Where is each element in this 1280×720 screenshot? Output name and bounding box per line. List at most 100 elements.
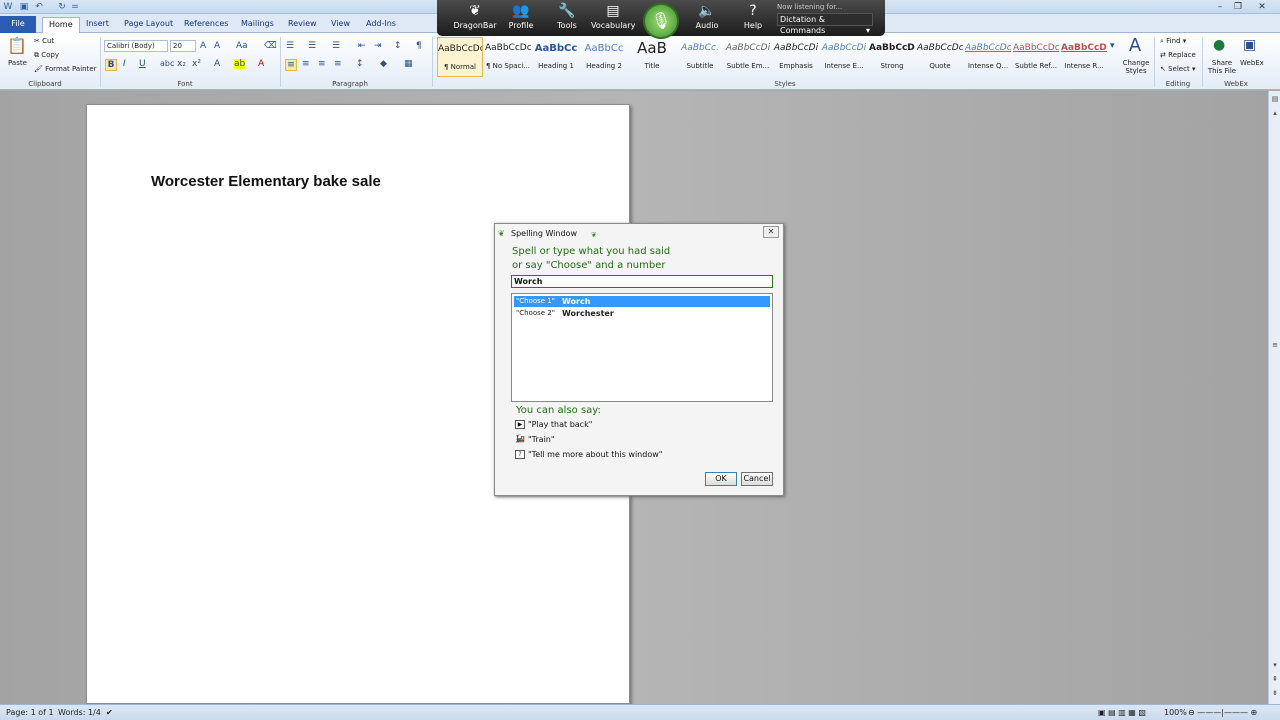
change-styles-button[interactable]: Change Styles xyxy=(1120,59,1152,75)
vertical-scrollbar[interactable]: ▤ ▴ ≡ ▾ ⇞ ⇟ xyxy=(1268,91,1280,704)
profile-menu[interactable]: 👥 Profile xyxy=(499,2,543,35)
recognition-mode-select[interactable]: Dictation & Commands ▾ xyxy=(777,13,873,35)
superscript-icon[interactable]: x² xyxy=(192,59,201,69)
style-title[interactable]: AaB Title xyxy=(629,37,675,77)
style-heading-2[interactable]: AaBbCc Heading 2 xyxy=(581,37,627,77)
find-button[interactable]: ⌕ Find ▾ xyxy=(1160,37,1186,46)
tab-review[interactable]: Review xyxy=(282,17,323,33)
style-intense-emphasis[interactable]: AaBbCcDi Intense E... xyxy=(821,37,867,77)
zoom-slider[interactable]: ⊖ ———|——— ⊕ xyxy=(1188,708,1257,717)
word-app-icon[interactable]: W xyxy=(3,2,13,12)
style-subtle-reference[interactable]: AaBbCcDc Subtle Ref... xyxy=(1013,37,1059,77)
audio-menu[interactable]: 🔈 Audio xyxy=(685,2,729,35)
strikethrough-icon[interactable]: abc xyxy=(160,59,174,68)
customize-qa-icon[interactable]: = xyxy=(70,2,80,12)
font-size-field[interactable]: 20 xyxy=(170,40,196,52)
microphone-button[interactable]: 🎙 xyxy=(643,3,679,39)
show-marks-icon[interactable]: ¶ xyxy=(416,41,422,51)
tab-references[interactable]: References xyxy=(178,17,234,33)
scroll-up-icon[interactable]: ▴ xyxy=(1271,109,1279,117)
align-right-icon[interactable]: ≡ xyxy=(318,59,326,69)
close-button[interactable]: ✕ xyxy=(1254,1,1270,13)
style-normal[interactable]: AaBbCcDc ¶ Normal xyxy=(437,37,483,77)
align-center-icon[interactable]: ≡ xyxy=(302,59,310,69)
webex-button[interactable]: WebEx xyxy=(1240,59,1264,67)
align-left-icon[interactable]: ≡ xyxy=(285,59,297,71)
shrink-font-icon[interactable]: A xyxy=(214,41,220,51)
restore-button[interactable]: ❐ xyxy=(1230,1,1246,13)
subscript-icon[interactable]: x₂ xyxy=(177,59,186,69)
numbering-icon[interactable]: ☰ xyxy=(308,41,316,51)
clear-format-icon[interactable]: ⌫ xyxy=(264,41,277,51)
paste-button[interactable]: Paste xyxy=(8,59,27,67)
ok-button[interactable]: OK xyxy=(705,472,737,486)
vocabulary-menu[interactable]: ▤ Vocabulary xyxy=(591,2,635,35)
zoom-level[interactable]: 100% xyxy=(1164,708,1187,717)
undo-icon[interactable]: ↶ xyxy=(34,2,44,12)
change-styles-icon[interactable]: A xyxy=(1124,35,1146,56)
tab-mailings[interactable]: Mailings xyxy=(235,17,280,33)
justify-icon[interactable]: ≡ xyxy=(334,59,342,69)
cut-button[interactable]: ✂ Cut xyxy=(34,37,54,45)
globe-icon[interactable]: ● xyxy=(1213,37,1225,53)
candidate-list[interactable]: "Choose 1" Worch "Choose 2" Worchester xyxy=(511,293,773,402)
line-spacing-icon[interactable]: ↕ xyxy=(356,59,364,69)
dragonbar-menu[interactable]: ❦ DragonBar xyxy=(453,2,497,35)
help-menu[interactable]: ? Help xyxy=(731,2,775,35)
view-buttons[interactable]: ▣ ▤ ▥ ▦ ▧ xyxy=(1098,708,1146,717)
share-this-file-button[interactable]: Share This File xyxy=(1206,59,1238,75)
highlight-icon[interactable]: ab xyxy=(234,59,246,69)
style-emphasis[interactable]: AaBbCcDi Emphasis xyxy=(773,37,819,77)
style-intense-quote[interactable]: AaBbCcDc Intense Q... xyxy=(965,37,1011,77)
ruler-toggle-icon[interactable]: ▤ xyxy=(1271,95,1279,103)
decrease-indent-icon[interactable]: ⇤ xyxy=(358,41,366,51)
scroll-down-icon[interactable]: ▾ xyxy=(1271,661,1279,669)
style-subtitle[interactable]: AaBbCc. Subtitle xyxy=(677,37,723,77)
sort-icon[interactable]: ↕ xyxy=(394,41,402,51)
text-effects-icon[interactable]: A xyxy=(214,59,220,69)
bold-icon[interactable]: B xyxy=(105,59,117,71)
paste-icon[interactable]: 📋 xyxy=(7,36,27,55)
replace-button[interactable]: ⇄ Replace xyxy=(1160,51,1196,59)
font-name-field[interactable]: Calibri (Body) xyxy=(104,40,168,52)
spelling-input[interactable] xyxy=(511,275,773,288)
webex-icon[interactable]: ▣ xyxy=(1243,37,1256,53)
document-heading[interactable]: Worcester Elementary bake sale xyxy=(151,173,381,190)
select-button[interactable]: ↖ Select ▾ xyxy=(1160,65,1195,73)
cancel-button[interactable]: Cancel xyxy=(741,472,773,486)
style-quote[interactable]: AaBbCcDc Quote xyxy=(917,37,963,77)
page-count[interactable]: Page: 1 of 1 xyxy=(6,708,54,717)
dialog-close-button[interactable]: ✕ xyxy=(763,226,779,238)
style-strong[interactable]: AaBbCcDc Strong xyxy=(869,37,915,77)
tell-me-more-link[interactable]: ? "Tell me more about this window" xyxy=(515,450,662,459)
styles-scroll-icon[interactable]: ▾ xyxy=(1110,41,1115,51)
borders-icon[interactable]: ▦ xyxy=(404,59,413,69)
grow-font-icon[interactable]: A xyxy=(200,41,206,51)
scroll-thumb-icon[interactable]: ≡ xyxy=(1271,341,1279,349)
style-heading-1[interactable]: AaBbCc Heading 1 xyxy=(533,37,579,77)
tab-view[interactable]: View xyxy=(325,17,356,33)
underline-icon[interactable]: U xyxy=(139,59,146,69)
train-link[interactable]: 🚂 "Train" xyxy=(515,435,555,445)
tab-home[interactable]: Home xyxy=(42,17,80,33)
prev-page-icon[interactable]: ⇞ xyxy=(1271,675,1279,683)
italic-icon[interactable]: I xyxy=(123,59,126,69)
style-no-spacing[interactable]: AaBbCcDc ¶ No Spaci... xyxy=(485,37,531,77)
list-item[interactable]: "Choose 1" Worch xyxy=(514,296,770,307)
change-case-icon[interactable]: Aa xyxy=(236,41,248,51)
redo-icon[interactable]: ↻ xyxy=(57,2,67,12)
proofing-icon[interactable]: ✔ xyxy=(106,708,113,717)
style-subtle-emphasis[interactable]: AaBbCcDi Subtle Em... xyxy=(725,37,771,77)
tab-add-ins[interactable]: Add-Ins xyxy=(360,17,402,33)
tools-menu[interactable]: 🔧 Tools xyxy=(545,2,589,35)
copy-button[interactable]: ⧉ Copy xyxy=(34,51,59,60)
style-intense-reference[interactable]: AaBbCcDc Intense R... xyxy=(1061,37,1107,77)
word-count[interactable]: Words: 1/4 xyxy=(58,708,101,717)
next-page-icon[interactable]: ⇟ xyxy=(1271,689,1279,697)
play-back-link[interactable]: ▶ "Play that back" xyxy=(515,420,592,429)
save-icon[interactable]: ▣ xyxy=(19,2,29,12)
shading-icon[interactable]: ◆ xyxy=(380,59,387,69)
tab-insert[interactable]: Insert xyxy=(80,17,115,33)
font-color-icon[interactable]: A xyxy=(258,59,264,69)
bullets-icon[interactable]: ☰ xyxy=(286,41,294,51)
